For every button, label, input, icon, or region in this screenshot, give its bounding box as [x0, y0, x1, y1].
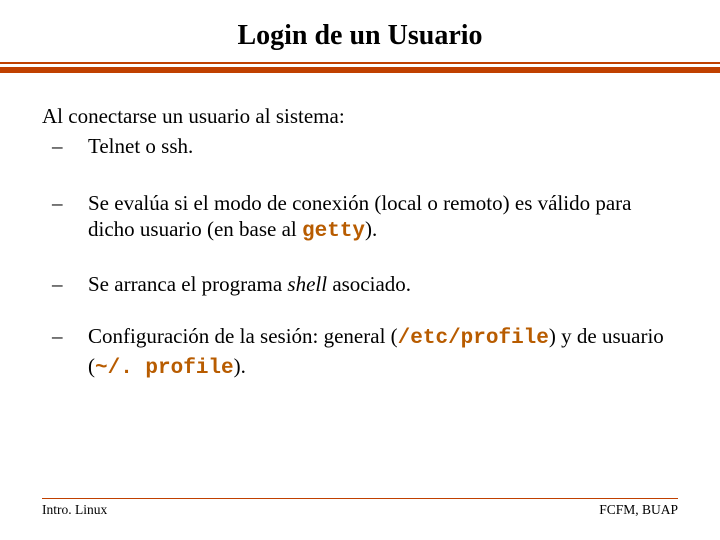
- dash-icon: –: [70, 271, 88, 297]
- bullet-profile: –Configuración de la sesión: general (/e…: [42, 323, 678, 382]
- bullet-text: Configuración de la sesión: general (: [88, 324, 398, 348]
- dash-icon: –: [70, 323, 88, 349]
- code-getty: getty: [302, 220, 365, 243]
- lead-text: Al conectarse un usuario al sistema:: [42, 103, 678, 129]
- bullet-text: Telnet o ssh.: [88, 134, 193, 158]
- slide-title: Login de un Usuario: [0, 0, 720, 62]
- slide-body: Al conectarse un usuario al sistema: –Te…: [0, 73, 720, 382]
- bullet-text: Se arranca el programa: [88, 272, 287, 296]
- bullet-text: ).: [365, 217, 377, 241]
- italic-shell: shell: [287, 272, 327, 296]
- bullet-telnet-ssh: –Telnet o ssh.: [42, 133, 678, 159]
- bullet-text: asociado.: [327, 272, 411, 296]
- title-rule: [0, 62, 720, 73]
- slide: Login de un Usuario Al conectarse un usu…: [0, 0, 720, 540]
- bullet-text: ).: [234, 354, 246, 378]
- footer: Intro. Linux FCFM, BUAP: [0, 498, 720, 518]
- footer-right: FCFM, BUAP: [599, 502, 678, 518]
- footer-left: Intro. Linux: [42, 502, 107, 518]
- dash-icon: –: [70, 190, 88, 216]
- footer-rule: [42, 498, 678, 499]
- code-home-profile: ~/. profile: [95, 357, 234, 380]
- bullet-getty: –Se evalúa si el modo de conexión (local…: [42, 190, 678, 246]
- bullet-shell: –Se arranca el programa shell asociado.: [42, 271, 678, 297]
- dash-icon: –: [70, 133, 88, 159]
- code-etc-profile: /etc/profile: [398, 327, 549, 350]
